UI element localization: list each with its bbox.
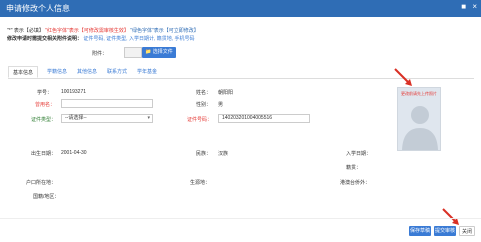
attachment-note: 修改申请时需提交相关附件说明： 证件号码, 证件类型, 入学日期计, 籍贯地, …: [7, 35, 195, 42]
tab-annual-fund[interactable]: 学年基金: [132, 66, 162, 78]
id-type-label: 证件类型：: [31, 117, 57, 123]
birth-date-value: 2001-04-30: [61, 150, 87, 156]
nationality-value: 汉族: [218, 151, 229, 157]
name-label: 姓名：: [196, 90, 212, 96]
folder-icon: 📁: [145, 49, 152, 55]
dialog-titlebar: 申请修改个人信息 ■ ×: [0, 0, 481, 17]
native-place-label: 籍贯：: [346, 165, 362, 171]
birth-date-label: 出生日期：: [31, 151, 57, 157]
window-controls: ■ ×: [457, 2, 477, 11]
student-id-label: 学号：: [37, 90, 53, 96]
id-type-value: --请选择--: [65, 115, 87, 121]
legend-red: "红色字体"表示【可修改需审核生效】: [45, 28, 129, 34]
tab-enrollment-info[interactable]: 学籍信息: [42, 66, 72, 78]
close-button[interactable]: 关闭: [459, 226, 475, 236]
legend-required: "*" 表示【必填】: [7, 28, 44, 34]
person-silhouette-icon: [402, 106, 438, 150]
attachment-note-fields: 证件号码, 证件类型, 入学日期计, 籍贯地, 手机号码: [83, 36, 195, 42]
close-icon[interactable]: ×: [472, 2, 477, 11]
overseas-label: 港澳台侨外：: [340, 180, 371, 186]
submit-review-button[interactable]: 提交审核: [434, 226, 456, 236]
name-value: 朝阳阳: [218, 90, 234, 96]
id-number-input[interactable]: 140203201004005516: [218, 114, 310, 123]
legend-note: "*" 表示【必填】 "红色字体"表示【可修改需审核生效】 "绿色字体"表示【可…: [7, 27, 199, 34]
gender-value: 男: [218, 102, 224, 108]
country-region-label: 国籍/地区：: [33, 194, 60, 200]
former-name-input[interactable]: [61, 99, 153, 108]
birthplace-label: 生源地：: [190, 180, 211, 186]
household-label: 户口所在地：: [26, 180, 57, 186]
former-name-label: 曾用名：: [35, 102, 56, 108]
id-type-select[interactable]: --请选择-- ▾: [61, 114, 153, 123]
student-id-value: 100193271: [61, 89, 87, 95]
annotation-arrow-submit: [442, 208, 459, 225]
legend-green: "绿色字体"表示【可立即修改】: [130, 28, 199, 34]
id-number-label: 证件号码：: [187, 117, 213, 123]
save-draft-button[interactable]: 保存草稿: [409, 226, 431, 236]
student-photo[interactable]: 更改前请先上传照片: [397, 87, 441, 151]
attachment-label: 附件：: [92, 51, 108, 57]
maximize-icon[interactable]: ■: [461, 2, 466, 11]
tab-other-info[interactable]: 其他信息: [72, 66, 102, 78]
tab-contact[interactable]: 联系方式: [102, 66, 132, 78]
gender-label: 性别：: [196, 102, 212, 108]
attachment-note-lead: 修改申请时需提交相关附件说明：: [7, 36, 83, 42]
enroll-date-label: 入学日期：: [346, 151, 372, 157]
photo-hint: 更改前请先上传照片: [401, 91, 437, 96]
attachment-field[interactable]: [124, 47, 142, 58]
choose-file-label: 选择文件: [152, 49, 173, 55]
dialog-title: 申请修改个人信息: [6, 4, 70, 13]
chevron-down-icon: ▾: [147, 115, 150, 121]
tab-basic-info[interactable]: 基本信息: [8, 66, 38, 78]
choose-file-button[interactable]: 📁 选择文件: [142, 47, 176, 58]
footer-divider: [0, 218, 481, 219]
annotation-arrow-photo: [394, 68, 412, 86]
nationality-label: 民族：: [196, 151, 212, 157]
